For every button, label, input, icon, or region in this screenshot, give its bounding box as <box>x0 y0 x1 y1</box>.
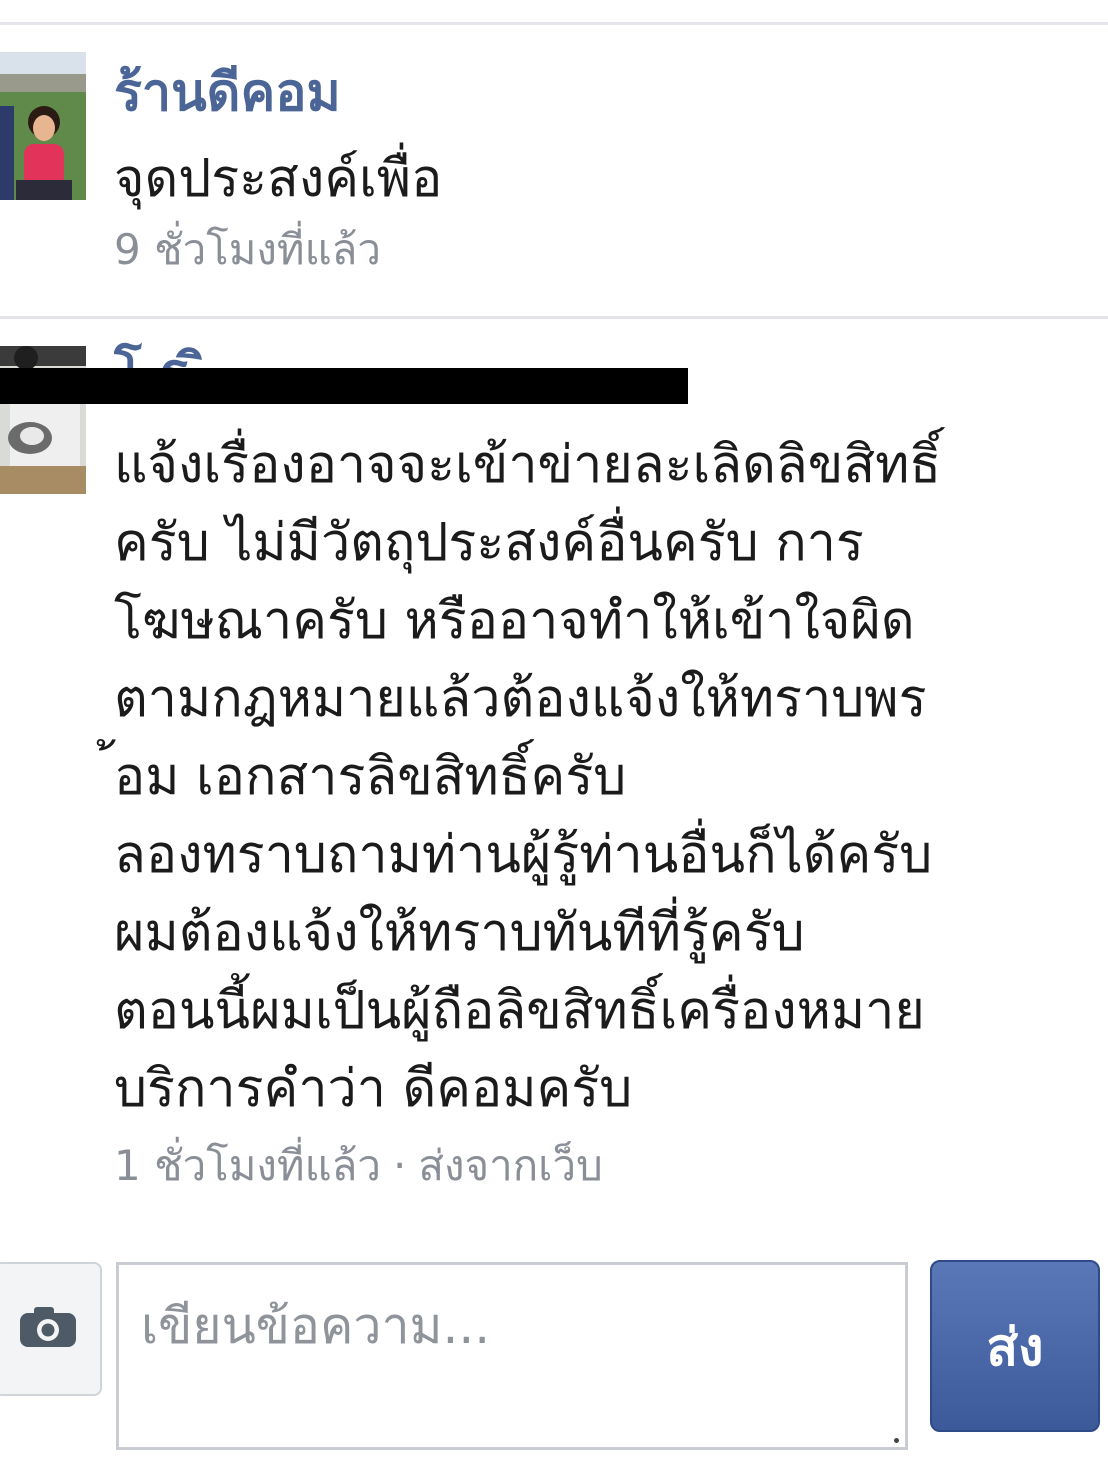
avatar[interactable] <box>0 52 86 200</box>
message-item: ร้านดีคอม จุดประสงค์เพื่อ 9 ชั่วโมงที่แล… <box>0 52 1108 302</box>
message-text: จุดประสงค์เพื่อ <box>114 149 443 209</box>
send-button[interactable]: ส่ง <box>930 1260 1100 1432</box>
message-input-box[interactable] <box>116 1262 908 1450</box>
message-source: ส่งจากเว็บ <box>418 1141 603 1190</box>
message-composer: ส่ง <box>0 1258 1108 1477</box>
message-item: โ ร ิ แจ้งเรื่องอาจจะเข้าข่ายละเลิดลิขสิ… <box>0 343 1108 1206</box>
message-meta: 1 ชั่วโมงที่แล้ว · ส่งจากเว็บ <box>114 1138 603 1194</box>
meta-separator: · <box>393 1141 407 1190</box>
sender-name[interactable]: ร้านดีคอม <box>114 60 341 126</box>
camera-button[interactable] <box>0 1262 102 1396</box>
message-timestamp: 1 ชั่วโมงที่แล้ว <box>114 1141 381 1190</box>
camera-icon <box>18 1305 78 1353</box>
redaction-bar <box>0 368 688 404</box>
resize-handle[interactable] <box>894 1438 899 1443</box>
message-input[interactable] <box>119 1265 905 1447</box>
message-divider <box>0 316 1108 319</box>
top-divider <box>0 22 1108 25</box>
message-text: แจ้งเรื่องอาจจะเข้าข่ายละเลิดลิขสิทธิ์ ค… <box>114 435 942 1119</box>
message-timestamp: 9 ชั่วโมงที่แล้ว <box>114 225 381 274</box>
